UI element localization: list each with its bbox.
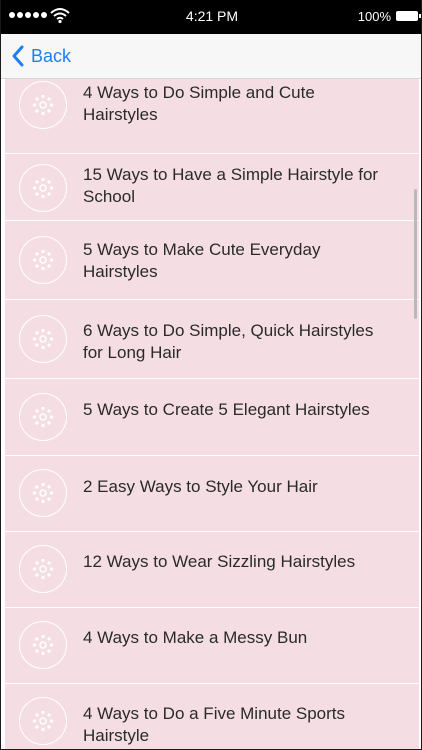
- back-label: Back: [31, 45, 72, 66]
- list-item-avatar: [19, 164, 67, 212]
- list-item[interactable]: 4 Ways to Make a Messy Bun: [5, 608, 419, 684]
- list-item-avatar: [19, 393, 67, 441]
- app-frame: 4:21 PM 100% Back 4 Ways to Do Simple an…: [0, 0, 422, 750]
- list-item-title: 4 Ways to Do a Five Minute Sports Hairsty…: [83, 704, 346, 745]
- flower-icon: [32, 558, 54, 580]
- list-item-avatar: [19, 545, 67, 593]
- list-item-avatar: [19, 469, 67, 517]
- chevron-left-icon: [12, 45, 24, 67]
- list-item-title: 5 Ways to Make Cute Everyday Hairstyles: [83, 240, 321, 281]
- list-item[interactable]: 5 Ways to Make Cute Everyday Hairstyles: [5, 221, 419, 300]
- back-button[interactable]: Back: [11, 43, 71, 69]
- flower-icon: [32, 94, 54, 116]
- flower-icon: [32, 634, 54, 656]
- list-item[interactable]: 2 Easy Ways to Style Your Hair: [5, 456, 419, 532]
- list-item[interactable]: 12 Ways to Wear Sizzling Hairstyles: [5, 532, 419, 608]
- list-item-title: 12 Ways to Wear Sizzling Hairstyles: [83, 552, 356, 571]
- list-item[interactable]: 6 Ways to Do Simple, Quick Hairstyles for…: [5, 300, 419, 379]
- list-item[interactable]: 4 Ways to Do a Five Minute Sports Hairsty…: [5, 684, 419, 749]
- flower-icon: [32, 328, 54, 350]
- list-item-title: 15 Ways to Have a Simple Hairstyle for Sc…: [83, 165, 379, 206]
- scrollbar[interactable]: [414, 189, 417, 319]
- flower-icon: [32, 177, 54, 199]
- battery-percentage: 100%: [357, 9, 391, 24]
- list-item-avatar: [19, 236, 67, 284]
- status-bar: 4:21 PM 100%: [1, 0, 421, 34]
- list-item-avatar: [19, 697, 67, 745]
- flower-icon: [32, 249, 54, 271]
- battery-icon: [396, 11, 421, 21]
- list-item-avatar: [19, 81, 67, 129]
- list-item-title: 5 Ways to Create 5 Elegant Hairstyles: [83, 400, 370, 419]
- navigation-bar: Back: [1, 34, 421, 79]
- list-item-title: 2 Easy Ways to Style Your Hair: [83, 477, 318, 496]
- flower-icon: [32, 710, 54, 732]
- list-item-title: 6 Ways to Do Simple, Quick Hairstyles for…: [83, 321, 374, 362]
- list-item[interactable]: 15 Ways to Have a Simple Hairstyle for Sc…: [5, 154, 419, 221]
- list-item-avatar: [19, 315, 67, 363]
- list-item-title: 4 Ways to Make a Messy Bun: [83, 628, 308, 647]
- list-item-title: 4 Ways to Do Simple and Cute Hairstyles: [83, 83, 315, 124]
- flower-icon: [32, 482, 54, 504]
- list-item[interactable]: 4 Ways to Do Simple and Cute Hairstyles: [5, 79, 419, 154]
- list-item[interactable]: 5 Ways to Create 5 Elegant Hairstyles: [5, 379, 419, 456]
- flower-icon: [32, 406, 54, 428]
- list-item-avatar: [19, 621, 67, 669]
- article-list[interactable]: 4 Ways to Do Simple and Cute Hairstyles 1…: [5, 79, 419, 749]
